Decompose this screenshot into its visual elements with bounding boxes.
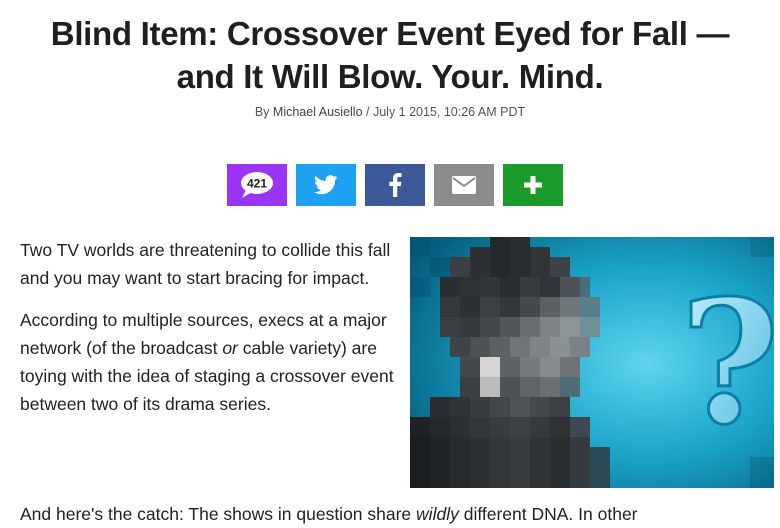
comment-count: 421 [247,177,267,191]
publish-date: July 1 2015, 10:26 AM PDT [372,105,526,119]
twitter-share-button[interactable] [296,164,356,206]
envelope-icon [452,176,476,194]
paragraph-2: According to multiple sources, execs at … [20,306,400,418]
article-body: Two TV worlds are threatening to collide… [20,236,400,432]
comments-button[interactable]: 421 [227,164,287,206]
plus-icon [524,176,542,194]
more-share-button[interactable] [503,164,563,206]
byline-prefix: By [254,105,273,119]
facebook-f-icon [389,173,402,197]
byline-separator: / [362,105,373,119]
author-link[interactable]: Michael Ausiello [273,105,363,119]
question-mark-icon: ? [680,263,774,463]
paragraph-1: Two TV worlds are threatening to collide… [20,240,391,288]
article-headline: Blind Item: Crossover Event Eyed for Fal… [50,15,730,95]
paragraph-3-emphasis: wildly [416,504,459,524]
share-bar: 421 [227,164,563,206]
paragraph-2-emphasis: or [222,338,238,358]
twitter-bird-icon [314,175,338,195]
paragraph-3-text-a: And here's the catch: The shows in quest… [20,504,417,524]
paragraph-3: And here's the catch: The shows in quest… [20,500,780,528]
speech-bubble-icon: 421 [241,172,273,198]
email-share-button[interactable] [434,164,494,206]
article-hero-image[interactable]: ? [410,237,774,488]
facebook-share-button[interactable] [365,164,425,206]
paragraph-3-text-b: different DNA. In other [458,504,638,524]
pixelated-silhouette-image: ? [410,237,774,488]
byline: By Michael Ausiello / July 1 2015, 10:26… [0,105,780,119]
